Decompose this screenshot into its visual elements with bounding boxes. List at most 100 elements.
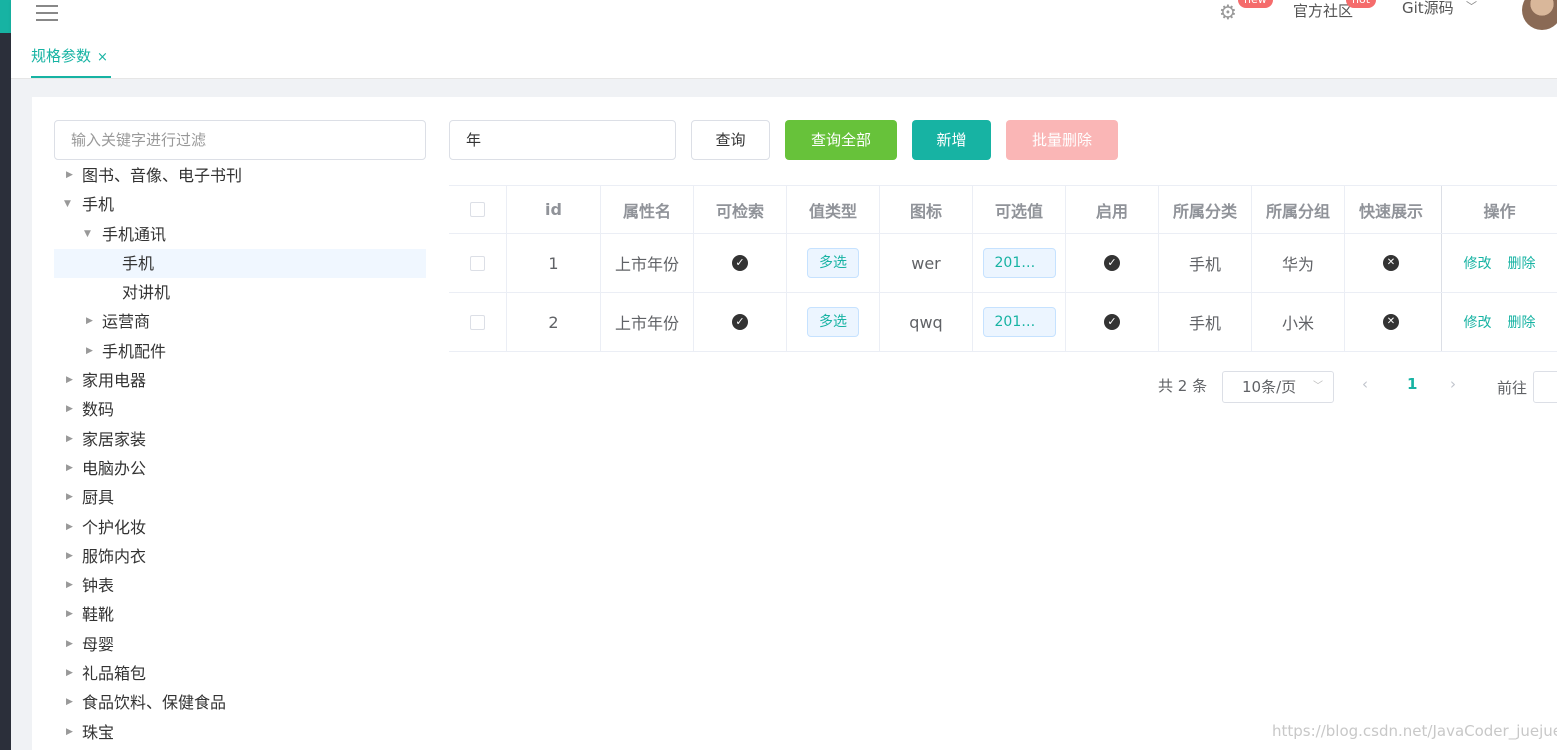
tree-node[interactable]: ▶ 鞋靴	[54, 600, 426, 629]
cell-group: 华为	[1251, 234, 1344, 292]
caret-right-icon[interactable]: ▶	[66, 600, 73, 629]
community-link[interactable]: 官方社区	[1293, 0, 1353, 21]
caret-right-icon[interactable]: ▶	[86, 307, 93, 336]
next-page-icon[interactable]: ›	[1450, 375, 1456, 393]
caret-right-icon[interactable]: ▶	[66, 161, 73, 190]
pagination-total: 共 2 条	[1158, 377, 1208, 395]
check-circle-icon: ✓	[732, 255, 748, 271]
main-card: 输入关键字进行过滤 ▶ 图书、音像、电子书刊 ▼ 手机 ▼ 手机通讯 手机 对讲机 ▶…	[32, 97, 1557, 750]
cell-searchable: ✓	[693, 234, 786, 292]
caret-right-icon[interactable]: ▶	[66, 542, 73, 571]
check-circle-icon: ✓	[1104, 255, 1120, 271]
col-header: 启用	[1065, 186, 1158, 233]
cell-quick-show: ✕	[1344, 293, 1437, 351]
caret-right-icon[interactable]: ▶	[66, 483, 73, 512]
tree-node[interactable]: ▶ 食品饮料、保健食品	[54, 688, 426, 717]
goto-label: 前往	[1497, 379, 1528, 397]
caret-right-icon[interactable]: ▶	[66, 630, 73, 659]
caret-right-icon[interactable]: ▶	[86, 337, 93, 366]
row-checkbox[interactable]	[470, 255, 485, 271]
cell-category: 手机	[1158, 234, 1251, 292]
query-all-button[interactable]: 查询全部	[785, 120, 897, 160]
check-circle-icon: ✓	[1104, 314, 1120, 330]
top-header: ⚙ new 官方社区 hot Git源码 ﹀	[11, 0, 1557, 34]
caret-down-icon[interactable]: ▼	[64, 190, 71, 219]
caret-down-icon[interactable]: ▼	[84, 220, 91, 249]
chevron-down-icon: ﹀	[1313, 381, 1323, 392]
caret-right-icon[interactable]: ▶	[66, 366, 73, 395]
caret-right-icon[interactable]: ▶	[66, 571, 73, 600]
col-header: 快速展示	[1344, 186, 1437, 233]
caret-right-icon[interactable]: ▶	[66, 395, 73, 424]
cell-values: 2015 ...	[972, 293, 1065, 351]
page-number[interactable]: 1	[1407, 375, 1417, 393]
tree-node[interactable]: ▶ 礼品箱包	[54, 659, 426, 688]
row-checkbox-cell	[449, 234, 506, 292]
col-header: id	[506, 186, 600, 233]
cell-enabled: ✓	[1065, 234, 1158, 292]
caret-right-icon[interactable]: ▶	[66, 659, 73, 688]
cell-value-type: 多选	[786, 234, 879, 292]
tree-node[interactable]: ▶ 电脑办公	[54, 454, 426, 483]
delete-link[interactable]: 删除	[1508, 253, 1536, 273]
search-input[interactable]: 年	[449, 120, 676, 160]
tree-node[interactable]: ▶ 运营商	[54, 307, 426, 336]
check-circle-icon: ✓	[732, 314, 748, 330]
caret-right-icon[interactable]: ▶	[66, 718, 73, 747]
query-button[interactable]: 查询	[691, 120, 770, 160]
tree-node[interactable]: ▶ 手机配件	[54, 337, 426, 366]
tree-filter-input[interactable]: 输入关键字进行过滤	[54, 120, 426, 160]
cell-searchable: ✓	[693, 293, 786, 351]
batch-delete-button[interactable]: 批量删除	[1006, 120, 1118, 160]
close-circle-icon: ✕	[1383, 314, 1399, 330]
page-size-select[interactable]: 10条/页 ﹀	[1222, 371, 1334, 403]
tree-node[interactable]: ▶ 家用电器	[54, 366, 426, 395]
tree-node[interactable]: ▶ 母婴	[54, 630, 426, 659]
tree-node-selected[interactable]: 手机	[54, 248, 426, 279]
close-icon[interactable]: ×	[97, 50, 108, 65]
tree-node[interactable]: ▼ 手机	[54, 190, 426, 219]
col-header: 可检索	[693, 186, 786, 233]
goto-page-input[interactable]	[1533, 371, 1557, 403]
cell-actions: 修改 删除	[1441, 234, 1557, 292]
caret-right-icon[interactable]: ▶	[66, 513, 73, 542]
table-header-row: id 属性名 可检索 值类型 图标 可选值 启用 所属分类 所属分组 快速展示 …	[449, 186, 1557, 234]
tab-spec-params[interactable]: 规格参数 ×	[31, 34, 111, 78]
chevron-down-icon[interactable]: ﹀	[1466, 0, 1477, 14]
category-tree: ▶ 图书、音像、电子书刊 ▼ 手机 ▼ 手机通讯 手机 对讲机 ▶ 运营商 ▶ 手机配件 …	[54, 161, 426, 747]
git-source-link[interactable]: Git源码	[1402, 0, 1454, 18]
value-type-tag: 多选	[807, 248, 859, 278]
tree-node[interactable]: ▶ 厨具	[54, 483, 426, 512]
tree-node[interactable]: ▶ 钟表	[54, 571, 426, 600]
col-header: 可选值	[972, 186, 1065, 233]
cell-actions: 修改 删除	[1441, 293, 1557, 351]
col-header: 所属分组	[1251, 186, 1344, 233]
edit-link[interactable]: 修改	[1464, 253, 1492, 273]
add-button[interactable]: 新增	[912, 120, 991, 160]
cell-icon: wer	[879, 234, 972, 292]
tree-node[interactable]: ▶ 数码	[54, 395, 426, 424]
hamburger-icon[interactable]	[36, 0, 58, 21]
delete-link[interactable]: 删除	[1508, 312, 1536, 332]
caret-right-icon[interactable]: ▶	[66, 688, 73, 717]
tree-node[interactable]: ▶ 服饰内衣	[54, 542, 426, 571]
tab-label: 规格参数	[31, 47, 92, 65]
caret-right-icon[interactable]: ▶	[66, 454, 73, 483]
tree-node[interactable]: ▶ 家居家装	[54, 425, 426, 454]
tree-node[interactable]: ▶ 珠宝	[54, 718, 426, 747]
col-header: 图标	[879, 186, 972, 233]
tree-node[interactable]: ▶ 个护化妆	[54, 513, 426, 542]
edit-link[interactable]: 修改	[1464, 312, 1492, 332]
gear-icon[interactable]: ⚙	[1219, 0, 1241, 24]
tree-node[interactable]: ▼ 手机通讯	[54, 220, 426, 249]
row-checkbox[interactable]	[470, 314, 485, 330]
tree-node[interactable]: 对讲机	[54, 278, 426, 307]
caret-right-icon[interactable]: ▶	[66, 425, 73, 454]
select-all-checkbox[interactable]	[470, 202, 485, 217]
table-row: 1 上市年份 ✓ 多选 wer 2018 ... ✓ 手机 华为 ✕ 修改 删除	[449, 234, 1557, 293]
avatar[interactable]	[1522, 0, 1557, 30]
cell-group: 小米	[1251, 293, 1344, 351]
tree-node[interactable]: ▶ 图书、音像、电子书刊	[54, 161, 426, 190]
prev-page-icon[interactable]: ‹	[1362, 375, 1368, 393]
col-header: 属性名	[600, 186, 693, 233]
